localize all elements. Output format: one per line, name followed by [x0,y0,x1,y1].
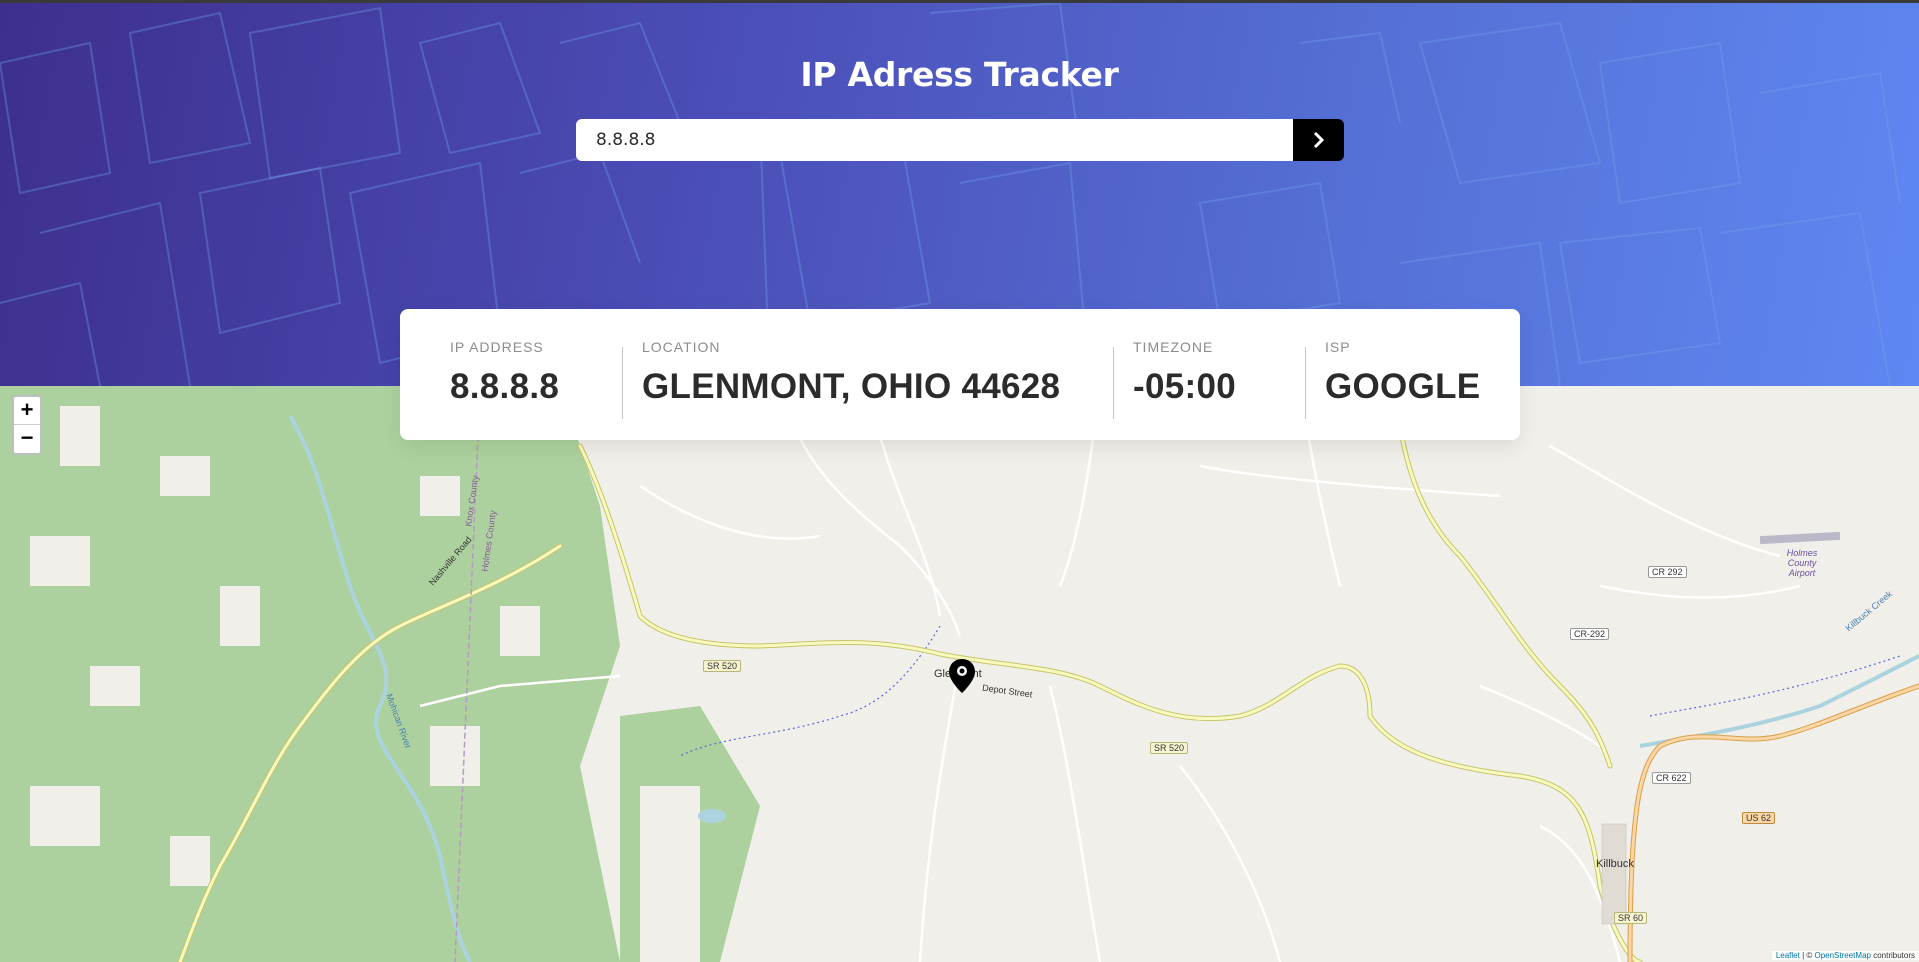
timezone-label: TIMEZONE [1133,339,1214,355]
divider [622,347,623,419]
divider [1113,347,1114,419]
ip-info-card: IP ADDRESS 8.8.8.8 LOCATION GLENMONT, OH… [400,309,1520,440]
search-submit-button[interactable] [1293,119,1344,161]
map-label-killbuck: Killbuck [1596,858,1634,870]
shield-sr60: SR 60 [1614,912,1648,924]
osm-link[interactable]: OpenStreetMap [1814,951,1870,960]
shield-cr292: CR 292 [1648,566,1687,578]
timezone-section: TIMEZONE -05:00 [1113,339,1305,440]
isp-section: ISP GOOGLE [1305,339,1480,440]
attribution-separator: | © [1799,951,1815,960]
location-section: LOCATION GLENMONT, OHIO 44628 [622,339,1113,440]
ip-search-input[interactable] [576,119,1293,161]
page-title: IP Adress Tracker [800,55,1119,94]
shield-us62: US 62 [1742,812,1776,824]
ip-search-form [576,119,1344,161]
map-attribution: Leaflet | © OpenStreetMap contributors [1771,951,1919,960]
zoom-in-button[interactable]: + [14,397,40,425]
ip-address-section: IP ADDRESS 8.8.8.8 [400,339,622,440]
attribution-suffix: contributors [1870,951,1915,960]
ip-address-label: IP ADDRESS [450,339,544,355]
shield-sr520-east: SR 520 [1150,742,1189,754]
isp-label: ISP [1325,339,1351,355]
ip-address-value: 8.8.8.8 [450,367,560,406]
divider [1305,347,1306,419]
map-label-airport: Holmes County Airport [1786,548,1818,578]
map-view[interactable]: + − Glenmont Depot Street Killbuck Nashv… [0,386,1919,962]
zoom-control: + − [12,395,42,455]
shield-cr292-dash: CR-292 [1570,628,1610,640]
isp-value: GOOGLE [1325,367,1481,406]
shield-sr520-west: SR 520 [703,660,742,672]
chevron-right-icon [1313,132,1324,148]
location-pin-icon[interactable] [948,658,976,694]
zoom-out-button[interactable]: − [14,425,40,453]
timezone-value: -05:00 [1133,367,1236,406]
location-value: GLENMONT, OHIO 44628 [642,367,1061,406]
location-label: LOCATION [642,339,721,355]
shield-cr622: CR 622 [1652,772,1691,784]
leaflet-link[interactable]: Leaflet [1776,951,1800,960]
